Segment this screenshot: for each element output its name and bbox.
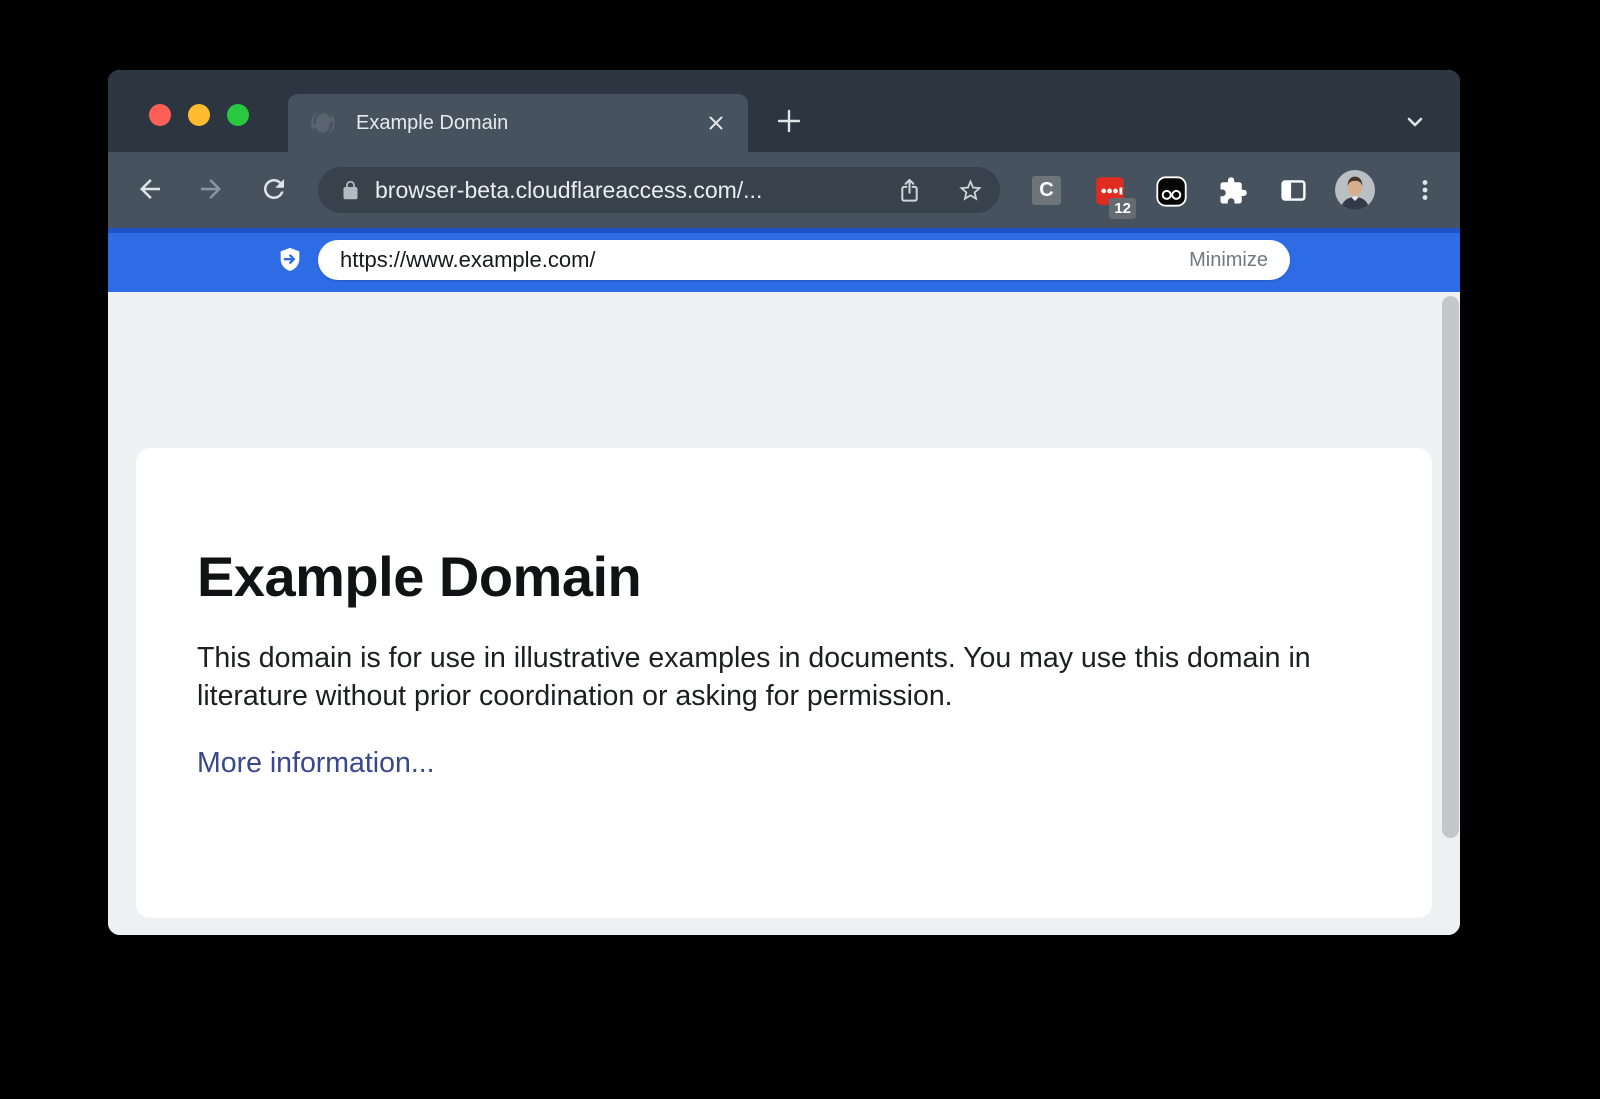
minimize-button[interactable]: Minimize	[1189, 249, 1268, 272]
browser-toolbar: browser-beta.cloudflareaccess.com/... C	[108, 152, 1460, 228]
zoom-window-button[interactable]	[227, 104, 249, 126]
tab-strip: Example Domain	[108, 70, 1460, 152]
c-extension-icon[interactable]: C	[1032, 176, 1061, 205]
dark-circles-extension-icon[interactable]	[1156, 176, 1187, 207]
content-card: Example Domain This domain is for use in…	[136, 448, 1432, 918]
lock-icon[interactable]	[340, 180, 361, 201]
close-window-button[interactable]	[149, 104, 171, 126]
globe-favicon-icon	[310, 110, 336, 136]
tab-title: Example Domain	[356, 112, 706, 135]
isolation-url-text: https://www.example.com/	[340, 247, 596, 273]
shield-arrow-icon	[276, 246, 304, 274]
share-icon[interactable]	[896, 177, 923, 204]
window-controls	[149, 104, 249, 126]
tab-close-icon[interactable]	[706, 113, 726, 133]
extensions-puzzle-icon[interactable]	[1218, 176, 1248, 206]
browser-tab[interactable]: Example Domain	[288, 94, 748, 152]
tab-search-chevron-icon[interactable]	[1401, 108, 1429, 136]
forward-icon[interactable]	[196, 174, 226, 204]
side-panel-icon[interactable]	[1279, 176, 1308, 205]
red-dots-extension-icon[interactable]: 12	[1095, 176, 1125, 209]
reload-icon[interactable]	[259, 174, 289, 204]
extension-badge: 12	[1109, 198, 1136, 219]
back-icon[interactable]	[135, 174, 165, 204]
address-text: browser-beta.cloudflareaccess.com/...	[375, 177, 896, 204]
screenshot-stage: Example Domain	[0, 0, 1600, 1099]
more-information-link[interactable]: More information...	[197, 747, 435, 780]
c-extension-glyph: C	[1032, 176, 1061, 205]
bookmark-star-icon[interactable]	[957, 177, 984, 204]
page-paragraph: This domain is for use in illustrative e…	[197, 639, 1342, 715]
scrollbar-thumb[interactable]	[1442, 296, 1459, 838]
browser-window: Example Domain	[108, 70, 1460, 935]
profile-avatar[interactable]	[1335, 170, 1375, 210]
isolation-bar: https://www.example.com/ Minimize	[108, 228, 1460, 292]
page-viewport: Example Domain This domain is for use in…	[108, 292, 1460, 935]
minimize-window-button[interactable]	[188, 104, 210, 126]
address-bar[interactable]: browser-beta.cloudflareaccess.com/...	[318, 167, 1000, 213]
isolation-url-input[interactable]: https://www.example.com/ Minimize	[318, 240, 1290, 280]
new-tab-button[interactable]	[776, 108, 802, 134]
avatar-image	[1335, 170, 1375, 210]
page-title: Example Domain	[197, 544, 1342, 609]
chrome-menu-icon[interactable]	[1411, 176, 1439, 204]
